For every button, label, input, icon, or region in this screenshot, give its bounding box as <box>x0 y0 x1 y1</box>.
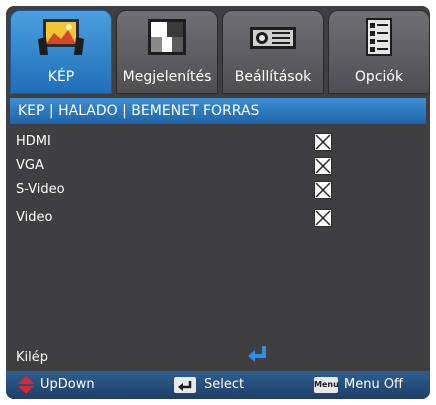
osd-menu: KÉP Megjelenítés Beállítások Opciók KEP … <box>0 0 436 405</box>
enter-key-icon <box>174 377 196 393</box>
option-video[interactable]: Video <box>16 206 52 230</box>
option-video-label: Video <box>16 210 53 225</box>
exit-label: Kilép <box>16 350 48 365</box>
checkbox-hdmi[interactable] <box>314 133 332 151</box>
checkbox-video[interactable] <box>314 209 332 227</box>
projector-icon <box>248 17 298 57</box>
footer-menu-off-label: Menu Off <box>344 377 404 392</box>
checkbox-x-icon <box>314 209 332 227</box>
tab-kep-label: KÉP <box>47 69 75 85</box>
footer-updown: UpDown <box>14 371 124 399</box>
checkbox-x-icon <box>314 181 332 199</box>
options-list-icon <box>354 17 404 57</box>
tab-beallitasok-label: Beállítások <box>234 69 312 85</box>
option-vga-label: VGA <box>16 158 44 173</box>
tab-bar: KÉP Megjelenítés Beállítások Opciók <box>10 10 430 94</box>
tab-beallitasok[interactable]: Beállítások <box>222 10 324 94</box>
option-s-video-label: S-Video <box>16 182 65 197</box>
tab-opciok[interactable]: Opciók <box>328 10 430 94</box>
tab-megjelenites[interactable]: Megjelenítés <box>116 10 218 94</box>
checkbox-x-icon <box>314 133 332 151</box>
checkbox-s-video[interactable] <box>314 181 332 199</box>
tab-kep[interactable]: KÉP <box>10 10 112 94</box>
option-hdmi[interactable]: HDMI <box>16 130 51 154</box>
tab-megjelenites-label: Megjelenítés <box>122 69 212 85</box>
menu-key-icon: Menu <box>314 377 339 393</box>
footer-updown-label: UpDown <box>40 377 95 392</box>
checkbox-vga[interactable] <box>314 157 332 175</box>
updown-arrows-icon <box>18 376 34 394</box>
enter-arrow-icon[interactable] <box>244 344 270 366</box>
display-pattern-icon <box>142 17 192 57</box>
exit-item[interactable]: Kilép <box>16 350 48 365</box>
option-s-video[interactable]: S-Video <box>16 178 65 202</box>
checkbox-x-icon <box>314 157 332 175</box>
breadcrumb: KEP | HALADO | BEMENET FORRAS <box>10 98 426 124</box>
option-hdmi-label: HDMI <box>16 134 51 149</box>
option-vga[interactable]: VGA <box>16 154 44 178</box>
footer-select-label: Select <box>204 377 245 392</box>
footer-bar: UpDown Select Menu Menu Off <box>6 371 430 399</box>
footer-select: Select <box>174 371 274 399</box>
tab-opciok-label: Opciók <box>354 69 404 85</box>
image-icon <box>36 17 86 57</box>
footer-menu-off: Menu Menu Off <box>314 371 430 399</box>
